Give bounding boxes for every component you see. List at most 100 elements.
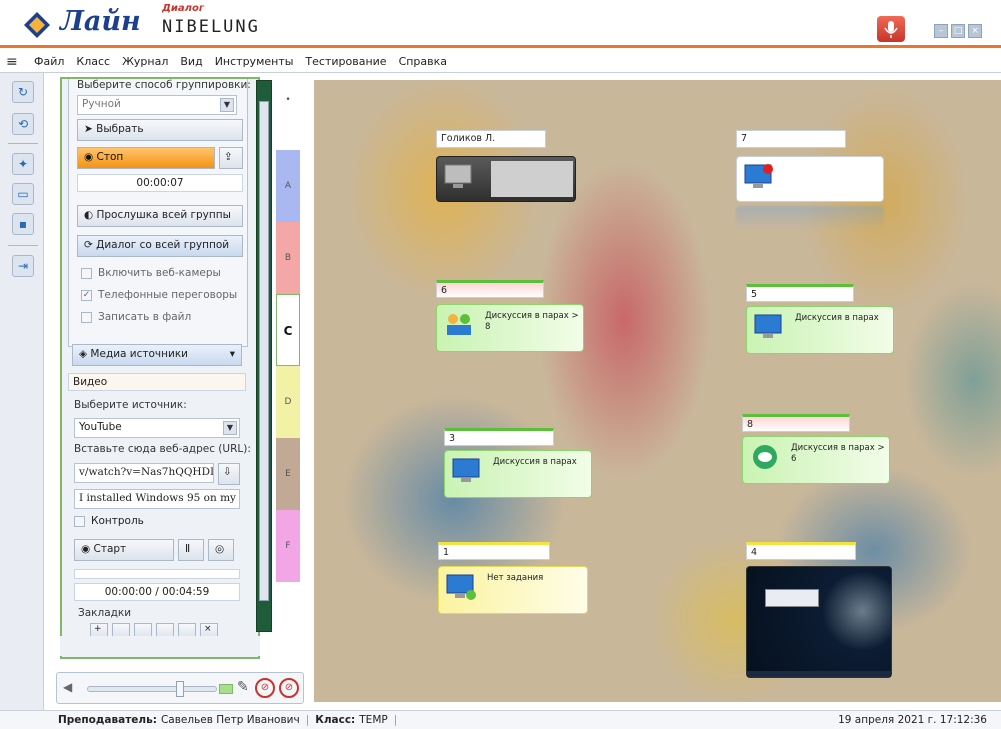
student-card-group[interactable]: Дискуссия в парах > 6 — [742, 436, 890, 484]
playback-progress[interactable] — [74, 569, 240, 579]
volume-slider[interactable] — [87, 681, 217, 697]
webcam-label: Включить веб-камеры — [98, 267, 221, 279]
close-icon[interactable]: × — [968, 24, 982, 38]
download-icon[interactable]: ⇩ — [218, 463, 240, 485]
student-card-offline[interactable] — [436, 156, 576, 202]
student-task: Дискуссия в парах — [493, 457, 577, 467]
microphone-icon[interactable] — [877, 16, 905, 42]
stop-button[interactable]: ◉ Стоп — [77, 147, 215, 169]
source-value: YouTube — [79, 421, 122, 433]
student-desktop-preview[interactable] — [746, 566, 892, 678]
student-name: Голиков Л. — [436, 130, 546, 148]
student-task: Дискуссия в парах > 8 — [485, 311, 579, 332]
student-card-group[interactable]: Дискуссия в парах > 8 — [436, 304, 584, 352]
preview-window — [765, 589, 819, 607]
student-task: Дискуссия в парах > 6 — [791, 443, 885, 464]
scrollbar-thumb[interactable] — [259, 101, 269, 601]
pause-icon[interactable]: Ⅱ — [178, 539, 204, 561]
student-name: 4 — [746, 542, 856, 560]
exit-icon[interactable]: ⇥ — [12, 255, 34, 277]
save-icon[interactable]: ▪ — [12, 213, 34, 235]
menu-class[interactable]: Класс — [76, 55, 110, 68]
checkbox-icon — [81, 267, 92, 279]
computer-icon — [754, 314, 782, 338]
group-icon[interactable]: ⟲ — [12, 113, 34, 135]
record-checkbox[interactable]: Записать в файл — [81, 311, 191, 323]
headphones-icon: ◐ — [84, 209, 97, 221]
student-card-group[interactable]: Дискуссия в парах — [444, 450, 592, 498]
phone-checkbox[interactable]: ✓ Телефонные переговоры — [81, 289, 237, 301]
tab-group-e[interactable]: E — [276, 438, 300, 510]
mute-microphones-icon[interactable]: ⊘ — [255, 678, 275, 698]
tab-group-all[interactable]: • — [276, 80, 300, 120]
maximize-icon[interactable]: □ — [951, 24, 965, 38]
select-button-label: Выбрать — [96, 123, 144, 135]
new-class-icon[interactable]: ✦ — [12, 153, 34, 175]
tab-group-d[interactable]: D — [276, 366, 300, 438]
media-sources-button[interactable]: ◈ Медиа источники ▾ — [72, 344, 242, 366]
video-title-field: I installed Windows 95 on my A — [74, 489, 240, 509]
tab-group-a[interactable]: A — [276, 150, 300, 222]
status-datetime: 19 апреля 2021 г. 17:12:36 — [838, 714, 987, 726]
tab-group-b[interactable]: B — [276, 222, 300, 294]
menu-hamburger-icon[interactable]: ≡ — [6, 54, 22, 70]
stop-icon: ◉ — [84, 151, 97, 163]
listen-all-button[interactable]: ◐ Прослушка всей группы — [77, 205, 243, 227]
control-checkbox[interactable]: Контроль — [74, 515, 144, 527]
phone-label: Телефонные переговоры — [98, 289, 238, 301]
menu-journal[interactable]: Журнал — [122, 55, 168, 68]
source-select[interactable]: YouTube ▼ — [74, 418, 240, 438]
student-card-group[interactable]: Дискуссия в парах — [746, 306, 894, 354]
video-header: Видео — [68, 373, 246, 391]
menu-testing[interactable]: Тестирование — [305, 55, 386, 68]
logo-icon — [24, 12, 50, 38]
brand-subtitle: Диалог — [162, 3, 205, 14]
play-icon: ◉ — [81, 543, 94, 555]
teacher-label: Преподаватель: — [58, 714, 157, 726]
stop-playback-icon[interactable]: ◎ — [208, 539, 234, 561]
student-card-yellow[interactable]: Нет задания — [438, 566, 588, 614]
minimize-icon[interactable]: – — [934, 24, 948, 38]
student-name: 8 — [742, 414, 850, 432]
start-button[interactable]: ◉ Старт — [74, 539, 174, 561]
open-folder-icon[interactable]: ▭ — [12, 183, 34, 205]
select-button[interactable]: ➤ Выбрать — [77, 119, 243, 141]
class-value: TEMP — [359, 714, 388, 726]
brand-name: Лайн — [60, 6, 141, 37]
checkbox-icon — [74, 515, 85, 527]
menu-tools[interactable]: Инструменты — [215, 55, 294, 68]
dialog-all-button[interactable]: ⟳ Диалог со всей группой — [77, 235, 243, 257]
url-input[interactable]: v/watch?v=Nas7hQQHDLs — [74, 463, 214, 483]
menu-file[interactable]: Файл — [34, 55, 64, 68]
toolbar-divider — [8, 143, 38, 144]
pen-icon[interactable]: ✎ — [237, 679, 249, 695]
chevron-down-icon: ▾ — [229, 348, 235, 360]
volume-slider-thumb[interactable] — [176, 681, 184, 697]
computer-icon — [744, 164, 773, 188]
menu-view[interactable]: Вид — [180, 55, 202, 68]
brand-product: NIBELUNG — [162, 17, 260, 37]
volume-level-indicator — [219, 684, 233, 694]
source-label: Выберите источник: — [74, 399, 187, 411]
volume-control: ◀ ✎ ⊘ ⊘ — [56, 672, 304, 704]
mute-speakers-icon[interactable]: ⊘ — [279, 678, 299, 698]
tab-group-f[interactable]: F — [276, 510, 300, 582]
student-task: Дискуссия в парах — [795, 313, 879, 323]
dialog-icon[interactable]: ↻ — [12, 81, 34, 103]
grouping-select[interactable]: Ручной ▼ — [77, 95, 237, 115]
computer-user-icon — [446, 574, 476, 600]
status-divider: | — [305, 714, 310, 726]
media-sources-label: Медиа источники — [90, 348, 188, 360]
menu-help[interactable]: Справка — [399, 55, 447, 68]
chevron-down-icon: ▼ — [220, 98, 234, 112]
panel-scrollbar[interactable] — [256, 80, 272, 632]
upload-icon[interactable]: ⇪ — [219, 147, 243, 169]
tab-group-c[interactable]: C — [276, 294, 300, 366]
webcam-checkbox[interactable]: Включить веб-камеры — [81, 267, 221, 279]
toolbar-divider — [8, 245, 38, 246]
student-card[interactable] — [736, 156, 884, 202]
grouping-label: Выберите способ группировки: — [77, 79, 251, 91]
dialog-icon: ⟳ — [84, 239, 97, 251]
chevron-down-icon: ▼ — [223, 421, 237, 435]
computer-icon — [452, 458, 480, 482]
